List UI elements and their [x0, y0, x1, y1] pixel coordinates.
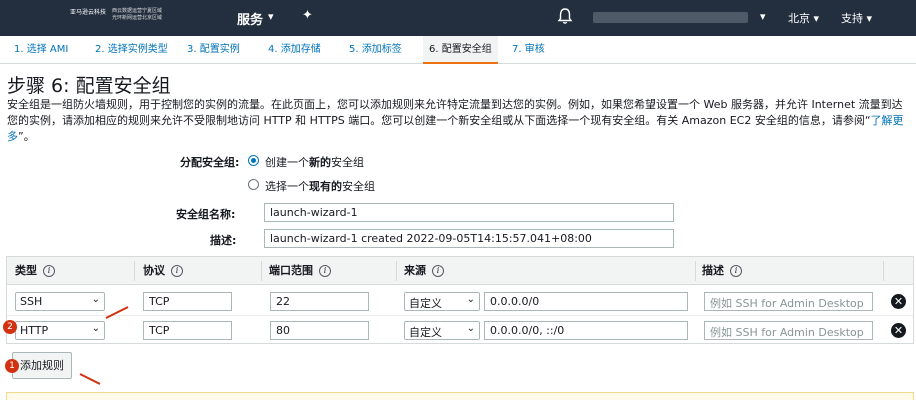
- warning-alert: [6, 392, 914, 400]
- annotation-arrow: [79, 373, 101, 385]
- annotation-arrows: [79, 306, 129, 385]
- annotation-arrow: [105, 306, 129, 319]
